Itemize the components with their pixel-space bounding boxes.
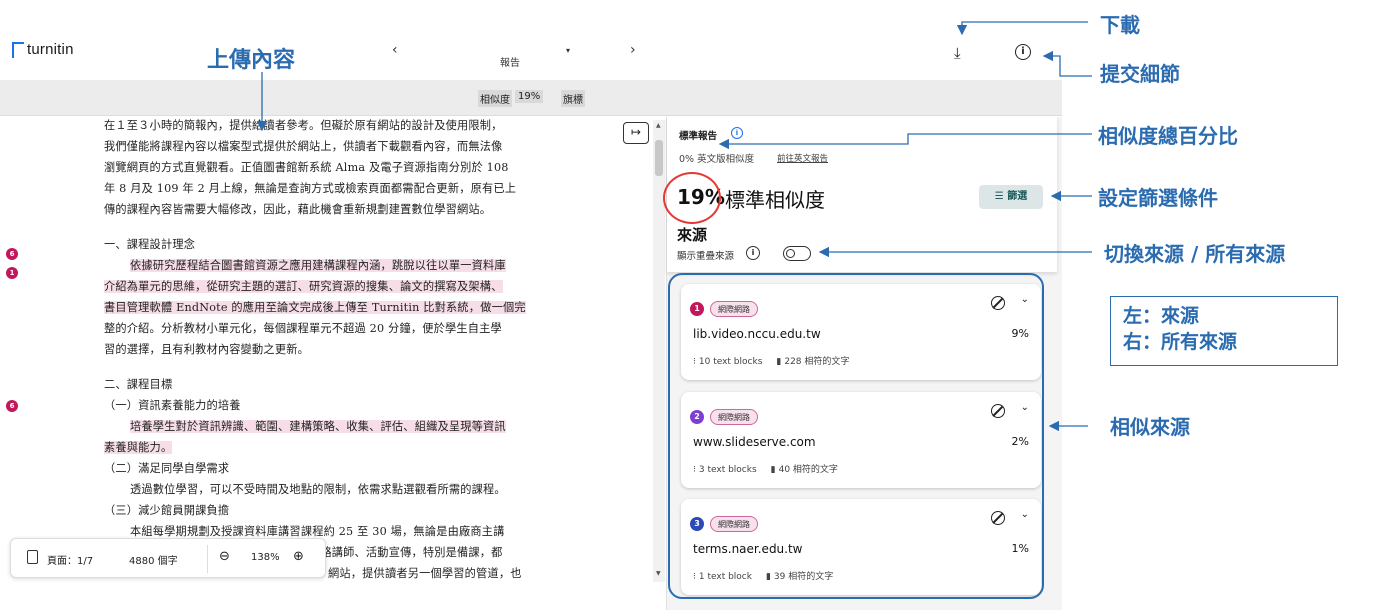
annotation-right: 右：所有來源 xyxy=(1123,331,1238,353)
annotation-filter: 設定篩選條件 xyxy=(1098,186,1218,210)
annotation-toggle: 切換來源 / 所有來源 xyxy=(1104,242,1286,266)
annotation-left: 左：來源 xyxy=(1123,305,1200,327)
annotation-legend-box: 左：來源 右：所有來源 xyxy=(1110,296,1338,366)
annotation-upload: 上傳內容 xyxy=(207,48,296,73)
annotation-total-percent: 相似度總百分比 xyxy=(1098,124,1238,148)
annotation-similar-sources: 相似來源 xyxy=(1110,415,1190,439)
annotation-download: 下載 xyxy=(1100,13,1140,37)
annotation-details: 提交細節 xyxy=(1100,62,1180,86)
